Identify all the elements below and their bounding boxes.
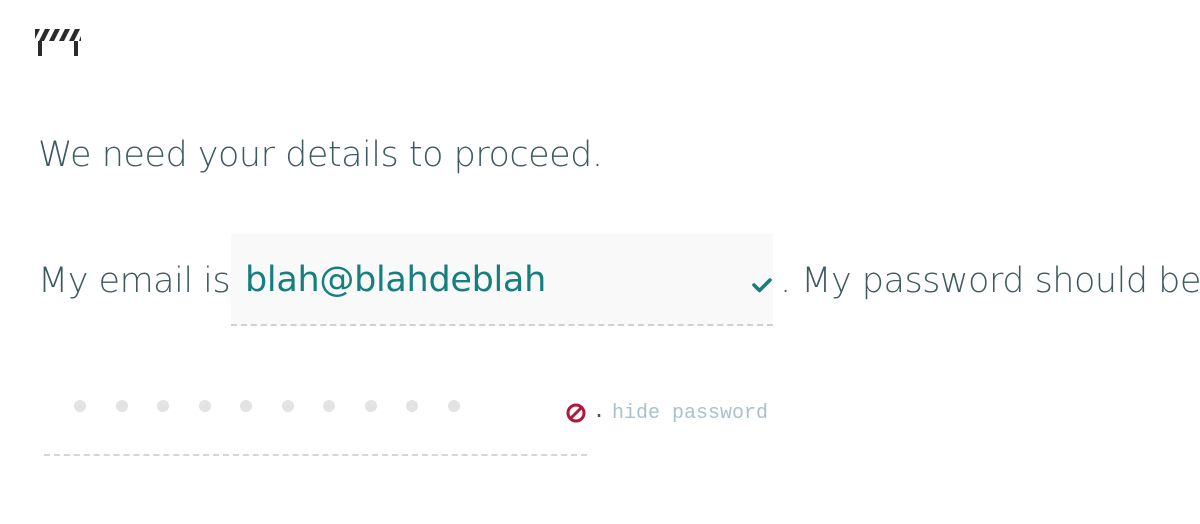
password-dot — [447, 400, 460, 412]
checkmark-icon — [752, 278, 772, 293]
password-label: . My password should be — [780, 261, 1200, 301]
password-dot — [323, 400, 335, 412]
password-mask-dots — [74, 400, 489, 412]
password-dot — [157, 400, 169, 412]
email-label: My email is — [38, 261, 231, 301]
password-dot — [281, 400, 294, 412]
password-field[interactable] — [44, 380, 587, 456]
password-dot — [406, 400, 418, 412]
password-dot — [240, 400, 252, 412]
password-dot — [115, 400, 128, 412]
email-field-wrapper — [231, 234, 773, 326]
page-heading: We need your details to proceed. — [38, 135, 603, 175]
email-field[interactable] — [245, 254, 745, 306]
sentence-period: . — [593, 398, 606, 422]
blocked-icon — [566, 403, 586, 423]
password-dot — [74, 400, 86, 412]
password-dot — [364, 400, 377, 412]
roadblock-icon — [34, 29, 82, 56]
password-dot — [198, 400, 211, 412]
hide-password-link[interactable]: hide password — [612, 402, 768, 425]
